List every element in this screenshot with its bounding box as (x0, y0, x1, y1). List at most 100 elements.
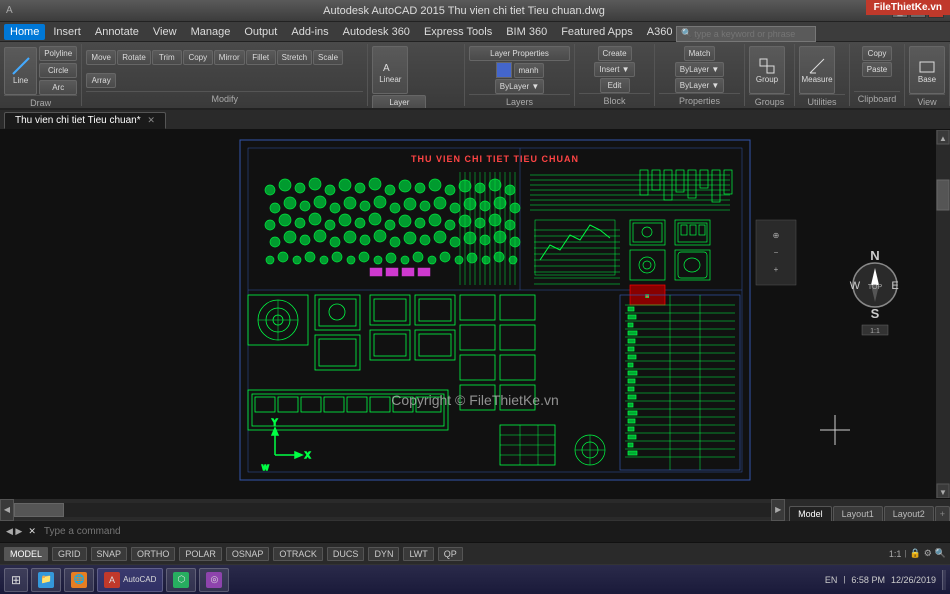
browser-icon: 🌐 (71, 572, 87, 588)
taskbar: ⊞ 📁 🌐 A AutoCAD ⬡ ◎ EN | 6:58 PM 12/26/2… (0, 564, 950, 594)
layer-dropdown[interactable]: manh (514, 63, 544, 78)
app3-icon: ◎ (206, 572, 222, 588)
menu-insert[interactable]: Insert (47, 24, 87, 40)
menu-bim[interactable]: BIM 360 (500, 24, 553, 40)
properties-buttons: Match ByLayer ▼ ByLayer ▼ (659, 46, 740, 93)
search-input[interactable] (694, 29, 811, 39)
linear-button[interactable]: A Linear (372, 46, 408, 94)
rotate-button[interactable]: Rotate (117, 50, 151, 65)
start-button[interactable]: ⊞ (4, 568, 28, 592)
svg-text:E: E (891, 280, 898, 292)
settings-icon[interactable]: ⚙ (924, 548, 932, 559)
group-button[interactable]: Group (749, 46, 785, 94)
menu-manage[interactable]: Manage (185, 24, 237, 40)
taskbar-app3[interactable]: ◎ (199, 568, 229, 592)
layout2-tab[interactable]: Layout2 (884, 506, 934, 521)
menu-a360[interactable]: Autodesk 360 (337, 24, 416, 40)
tab-drawing[interactable]: Thu vien chi tiet Tieu chuan* ✕ (4, 112, 166, 129)
ribbon-group-view: Base View (905, 44, 950, 106)
mirror-button[interactable]: Mirror (214, 50, 245, 65)
command-input[interactable] (44, 526, 944, 537)
properties-bylayer1[interactable]: ByLayer ▼ (675, 62, 725, 77)
scale-status: 1:1 (889, 549, 902, 559)
polyline-button[interactable]: Polyline (39, 46, 77, 61)
base-button[interactable]: Base (909, 46, 945, 94)
scroll-track-h (14, 503, 771, 517)
otrack-button[interactable]: OTRACK (273, 547, 323, 561)
grid-button[interactable]: GRID (52, 547, 87, 561)
lock-icon: 🔒 (909, 548, 920, 559)
trim-button[interactable]: Trim (152, 50, 182, 65)
osnap-button[interactable]: OSNAP (226, 547, 270, 561)
copy-button[interactable]: Copy (183, 50, 213, 65)
ribbon: Line Polyline Circle Arc Draw Move Rotat… (0, 42, 950, 110)
layout-tabs: Model Layout1 Layout2 + (785, 499, 950, 521)
measure-button[interactable]: Measure (799, 46, 835, 94)
tray-lang: EN (825, 575, 838, 585)
tray-show-desktop[interactable] (942, 570, 946, 590)
circle-button[interactable]: Circle (39, 63, 77, 78)
layer-color-swatch (496, 62, 512, 78)
modify-label: Modify (86, 91, 363, 104)
utilities-buttons: Measure (799, 46, 845, 94)
menu-annotate[interactable]: Annotate (89, 24, 145, 40)
qp-button[interactable]: QP (438, 547, 463, 561)
menu-output[interactable]: Output (238, 24, 283, 40)
insert-block-button[interactable]: Insert ▼ (594, 62, 634, 77)
svg-text:S: S (871, 306, 880, 321)
paste-button[interactable]: Paste (862, 62, 892, 77)
svg-text:A: A (383, 63, 390, 74)
scroll-thumb-h[interactable] (14, 503, 64, 517)
taskbar-autocad[interactable]: A AutoCAD (97, 568, 163, 592)
edit-block-button[interactable]: Edit (600, 78, 630, 93)
svg-text:TOP: TOP (868, 284, 883, 291)
block-label: Block (579, 93, 650, 106)
stretch-button[interactable]: Stretch (277, 50, 312, 65)
svg-text:▼: ▼ (939, 488, 947, 497)
move-button[interactable]: Move (86, 50, 116, 65)
clipboard-copy-button[interactable]: Copy (862, 46, 892, 61)
tab-close-icon[interactable]: ✕ (147, 115, 155, 125)
model-tab[interactable]: Model (789, 506, 832, 521)
menu-a360b[interactable]: A360 (641, 24, 679, 40)
ortho-button[interactable]: ORTHO (131, 547, 175, 561)
layer-properties-button[interactable]: Layer Properties (469, 46, 570, 61)
menu-addins[interactable]: Add-ins (285, 24, 334, 40)
search-icon: 🔍 (681, 28, 692, 39)
cad-viewport[interactable]: THU VIEN CHI TIET TIEU CHUAN (0, 130, 950, 498)
dyn-button[interactable]: DYN (368, 547, 399, 561)
menu-view[interactable]: View (147, 24, 183, 40)
layer-button[interactable]: Layer (372, 95, 426, 110)
lwt-button[interactable]: LWT (403, 547, 433, 561)
array-button[interactable]: Array (86, 73, 116, 88)
taskbar-app2[interactable]: ⬡ (166, 568, 196, 592)
ribbon-group-annotation: A Linear Layer Table Match Layer Annotat… (368, 44, 465, 106)
bylayer-dropdown1[interactable]: ByLayer ▼ (495, 79, 545, 94)
scroll-right-button[interactable]: ▶ (771, 499, 785, 521)
arc-button[interactable]: Arc (39, 80, 77, 95)
properties-bylayer2[interactable]: ByLayer ▼ (675, 78, 725, 93)
create-block-button[interactable]: Create (598, 46, 632, 61)
scale-button[interactable]: Scale (313, 50, 343, 65)
menu-featured[interactable]: Featured Apps (555, 24, 639, 40)
scroll-left-button[interactable]: ◀ (0, 499, 14, 521)
line-button[interactable]: Line (4, 47, 37, 95)
match-properties-button[interactable]: Match (684, 46, 716, 61)
command-line: ◀ ▶ ✕ (0, 520, 950, 542)
start-icon: ⊞ (11, 573, 21, 587)
menu-home[interactable]: Home (4, 24, 45, 40)
ducs-button[interactable]: DUCS (327, 547, 365, 561)
taskbar-explorer[interactable]: 📁 (31, 568, 61, 592)
add-layout-button[interactable]: + (935, 506, 950, 521)
fillet-button[interactable]: Fillet (246, 50, 276, 65)
svg-text:Y: Y (272, 418, 278, 427)
search-box[interactable]: 🔍 (676, 26, 816, 42)
layout1-tab[interactable]: Layout1 (833, 506, 883, 521)
menu-express[interactable]: Express Tools (418, 24, 498, 40)
snap-button[interactable]: SNAP (91, 547, 128, 561)
polar-button[interactable]: POLAR (179, 547, 222, 561)
taskbar-browser[interactable]: 🌐 (64, 568, 94, 592)
layers-buttons: Layer Properties manh ByLayer ▼ (469, 46, 570, 94)
model-status[interactable]: MODEL (4, 547, 48, 561)
svg-text:X: X (305, 451, 311, 460)
